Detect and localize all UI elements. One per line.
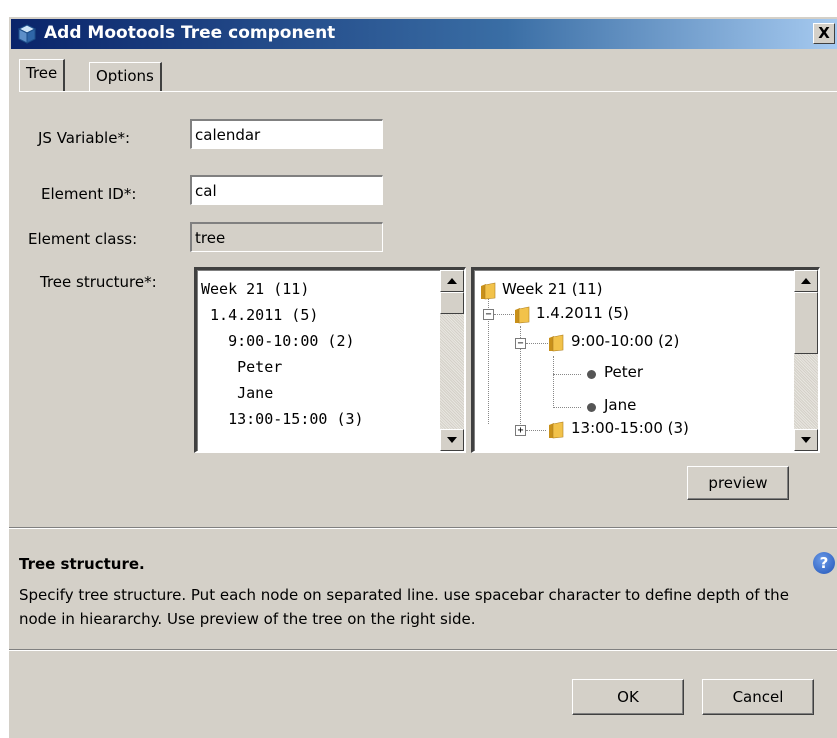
element-class-label: Element class:	[28, 230, 138, 248]
tree-connector	[488, 316, 489, 424]
element-id-label: Element ID*:	[41, 185, 137, 203]
folder-icon	[549, 334, 564, 352]
close-button[interactable]: X	[813, 23, 835, 44]
scroll-up-button[interactable]	[440, 270, 464, 292]
scroll-thumb[interactable]	[794, 292, 818, 354]
scroll-thumb[interactable]	[440, 292, 464, 314]
tree-connector	[526, 343, 548, 344]
arrow-up-icon	[447, 278, 457, 284]
tree-scrollbar[interactable]	[794, 270, 818, 451]
divider	[9, 527, 837, 529]
tree-connector	[494, 314, 516, 315]
arrow-up-icon	[801, 278, 811, 284]
tree-connector	[553, 374, 581, 375]
element-id-input[interactable]	[190, 175, 383, 205]
tree-node-label[interactable]: Week 21 (11)	[502, 280, 603, 298]
leaf-node-icon	[587, 403, 596, 412]
tree-connector	[526, 430, 546, 431]
close-icon: X	[818, 24, 830, 42]
tree-structure-textarea[interactable]: Week 21 (11) 1.4.2011 (5) 9:00-10:00 (2)…	[194, 267, 466, 453]
preview-button[interactable]: preview	[687, 466, 789, 500]
textarea-scrollbar[interactable]	[440, 270, 464, 451]
textarea-line: Jane	[201, 384, 274, 402]
textarea-line: 9:00-10:00 (2)	[201, 332, 355, 350]
element-class-field	[190, 222, 383, 252]
textarea-line: 1.4.2011 (5)	[201, 306, 319, 324]
scroll-down-button[interactable]	[794, 429, 818, 451]
tree-node-label[interactable]: Peter	[604, 363, 643, 381]
leaf-node-icon	[587, 370, 596, 379]
folder-icon	[515, 306, 530, 324]
arrow-down-icon	[801, 437, 811, 443]
tree-structure-label: Tree structure*:	[40, 273, 157, 291]
tree-node-label[interactable]: 13:00-15:00 (3)	[571, 419, 689, 437]
dialog: Add Mootools Tree component X Tree Optio…	[8, 16, 837, 738]
app-cube-icon	[17, 24, 37, 44]
folder-icon	[481, 282, 496, 300]
scroll-down-button[interactable]	[440, 429, 464, 451]
textarea-line: Peter	[201, 358, 283, 376]
js-variable-input[interactable]	[190, 119, 383, 149]
collapse-icon[interactable]: −	[483, 309, 494, 320]
tree-node-label[interactable]: 1.4.2011 (5)	[536, 304, 629, 322]
tree-preview[interactable]: Week 21 (11) − 1.4.2011 (5) − 9:00-10:00…	[471, 267, 820, 453]
tree-node-label[interactable]: 9:00-10:00 (2)	[571, 332, 679, 350]
tree-connector	[553, 407, 581, 408]
textarea-line: 13:00-15:00 (3)	[201, 410, 364, 428]
scroll-up-button[interactable]	[794, 270, 818, 292]
textarea-line: Week 21 (11)	[201, 280, 310, 298]
js-variable-label: JS Variable*:	[38, 129, 130, 147]
tree-connector	[520, 348, 521, 426]
tab-options-label: Options	[96, 67, 154, 85]
tab-tree[interactable]: Tree	[19, 59, 66, 91]
title-bar[interactable]: Add Mootools Tree component X	[11, 19, 837, 49]
help-icon[interactable]: ?	[813, 552, 835, 574]
help-text: Specify tree structure. Put each node on…	[19, 586, 789, 628]
tab-options[interactable]: Options	[89, 62, 162, 91]
divider	[9, 649, 837, 651]
window-title: Add Mootools Tree component	[44, 23, 336, 43]
tree-node-label[interactable]: Jane	[604, 396, 636, 414]
collapse-icon[interactable]: −	[515, 338, 526, 349]
folder-icon	[549, 421, 564, 439]
help-title: Tree structure.	[19, 555, 145, 573]
arrow-down-icon	[447, 437, 457, 443]
tree-connector	[553, 356, 554, 408]
tab-tree-label: Tree	[26, 64, 58, 82]
cancel-button[interactable]: Cancel	[702, 679, 814, 715]
tab-divider	[19, 91, 837, 92]
expand-icon[interactable]: +	[515, 425, 526, 436]
ok-button[interactable]: OK	[572, 679, 684, 715]
